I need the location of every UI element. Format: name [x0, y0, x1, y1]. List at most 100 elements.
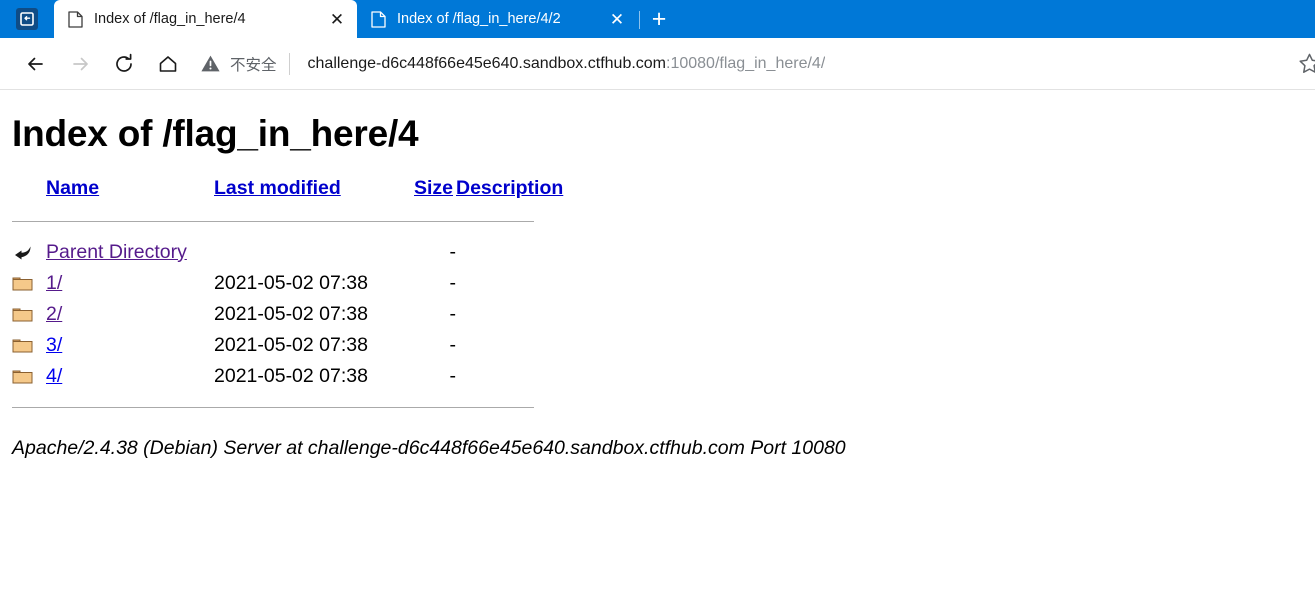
page-title: Index of /flag_in_here/4: [12, 113, 419, 154]
listing-body: Parent Directory - 1/ 2021-05-02 07:38 -…: [12, 237, 563, 423]
folder-glyph: [12, 339, 33, 353]
row-description-cell: [456, 237, 563, 268]
listing-top-rule-row: [12, 206, 563, 237]
row-date-cell: 2021-05-02 07:38: [214, 333, 368, 356]
tab-title: Index of /flag_in_here/4/2: [397, 11, 561, 27]
row-size-cell: -: [449, 240, 457, 263]
reload-button[interactable]: [102, 42, 146, 86]
directory-link[interactable]: 2/: [46, 303, 62, 325]
row-description-cell: [456, 268, 563, 299]
forward-arrow-icon: [73, 57, 88, 70]
table-row: 1/ 2021-05-02 07:38 -: [12, 268, 563, 299]
directory-link[interactable]: 3/: [46, 334, 62, 356]
directory-link[interactable]: 4/: [46, 365, 62, 387]
folder-glyph: [12, 370, 33, 384]
page-icon: [66, 10, 84, 28]
row-size-cell: -: [449, 333, 457, 356]
back-arrow-icon: [12, 237, 46, 268]
security-indicator[interactable]: 不安全: [200, 53, 289, 75]
back-arrow-icon: [28, 57, 43, 70]
row-name-cell: 2/: [46, 299, 214, 330]
url-path: :10080/flag_in_here/4/: [666, 54, 826, 72]
row-date-cell: 2021-05-02 07:38: [214, 302, 368, 325]
horizontal-rule: [12, 220, 534, 222]
tab-close-button[interactable]: ✕: [323, 5, 351, 33]
listing-header-row: Name Last modified Size Description: [12, 177, 563, 206]
row-icon-cell: [12, 299, 46, 330]
table-row: Parent Directory -: [12, 237, 563, 268]
browser-tab-active[interactable]: Index of /flag_in_here/4 ✕: [54, 0, 357, 38]
row-icon-cell: [12, 361, 46, 392]
row-size-cell: -: [449, 364, 457, 387]
sort-by-name-link[interactable]: Name: [46, 177, 99, 199]
header-size: Size: [414, 177, 456, 206]
tab-title: Index of /flag_in_here/4: [94, 11, 246, 27]
header-icon-spacer: [12, 177, 46, 206]
table-row: 3/ 2021-05-02 07:38 -: [12, 330, 563, 361]
row-size-cell: -: [449, 302, 457, 325]
server-signature: Apache/2.4.38 (Debian) Server at challen…: [12, 436, 846, 459]
row-icon-cell: [12, 237, 46, 268]
listing-bottom-rule-cell: [12, 392, 563, 423]
folder-glyph: [12, 308, 33, 322]
page-icon-glyph: [67, 10, 83, 28]
directory-link[interactable]: 1/: [46, 272, 62, 294]
tab-actions-icon: [16, 8, 38, 30]
row-date-cell: 2021-05-02 07:38: [214, 364, 368, 387]
parent-directory-link[interactable]: Parent Directory: [46, 241, 187, 263]
horizontal-rule: [12, 406, 534, 408]
row-description-cell: [456, 299, 563, 330]
folder-glyph: [12, 277, 33, 291]
sort-by-date-link[interactable]: Last modified: [214, 177, 341, 199]
omnibox-divider: [288, 52, 290, 75]
tab-close-button[interactable]: ✕: [603, 5, 631, 33]
row-name-cell: 3/: [46, 330, 214, 361]
warning-triangle-icon: [201, 55, 220, 72]
row-description-cell: [456, 330, 563, 361]
row-name-cell: 1/: [46, 268, 214, 299]
row-date-cell: [214, 237, 414, 268]
back-arrow-glyph: [15, 246, 31, 260]
listing-header: Name Last modified Size Description: [12, 177, 563, 237]
page-icon: [369, 10, 387, 28]
header-description: Description: [456, 177, 563, 206]
page-icon-glyph: [370, 10, 386, 28]
home-button[interactable]: [146, 42, 190, 86]
header-last-modified: Last modified: [214, 177, 414, 206]
row-description-cell: [456, 361, 563, 392]
home-icon: [159, 55, 177, 72]
new-tab-button[interactable]: +: [642, 0, 676, 38]
browser-window: Index of /flag_in_here/4 ✕ Index of /fla…: [0, 0, 1315, 600]
listing-bottom-rule-row: [12, 392, 563, 423]
sort-by-description-link[interactable]: Description: [456, 177, 563, 199]
browser-toolbar: 不安全 challenge-d6c448f66e45e640.sandbox.c…: [0, 38, 1315, 90]
tab-strip: Index of /flag_in_here/4 ✕ Index of /fla…: [0, 0, 1315, 38]
favorites-button[interactable]: [1289, 44, 1315, 84]
browser-tab-inactive[interactable]: Index of /flag_in_here/4/2 ✕: [357, 0, 637, 38]
star-icon: [1298, 53, 1315, 73]
tab-actions-button[interactable]: [0, 0, 54, 38]
page-content: Index of /flag_in_here/4 Name Last modif…: [0, 90, 1315, 600]
row-date-cell: 2021-05-02 07:38: [214, 271, 368, 294]
reload-icon: [116, 53, 132, 72]
directory-listing-table: Name Last modified Size Description Pare…: [12, 177, 563, 423]
forward-button[interactable]: [58, 42, 102, 86]
folder-icon: [12, 361, 46, 392]
row-name-cell: 4/: [46, 361, 214, 392]
folder-icon: [12, 330, 46, 361]
header-name: Name: [46, 177, 214, 206]
row-size-cell: -: [449, 271, 457, 294]
table-row: 4/ 2021-05-02 07:38 -: [12, 361, 563, 392]
table-row: 2/ 2021-05-02 07:38 -: [12, 299, 563, 330]
sort-by-size-link[interactable]: Size: [414, 177, 453, 199]
row-icon-cell: [12, 268, 46, 299]
row-name-cell: Parent Directory: [46, 237, 214, 268]
url-domain: challenge-d6c448f66e45e640.sandbox.ctfhu…: [307, 54, 667, 72]
security-label: 不安全: [230, 56, 277, 74]
url-text[interactable]: challenge-d6c448f66e45e640.sandbox.ctfhu…: [308, 55, 826, 73]
row-icon-cell: [12, 330, 46, 361]
back-button[interactable]: [14, 42, 58, 86]
address-bar[interactable]: 不安全 challenge-d6c448f66e45e640.sandbox.c…: [200, 46, 1285, 81]
tab-divider: [639, 11, 640, 29]
listing-top-rule-cell: [12, 206, 563, 237]
